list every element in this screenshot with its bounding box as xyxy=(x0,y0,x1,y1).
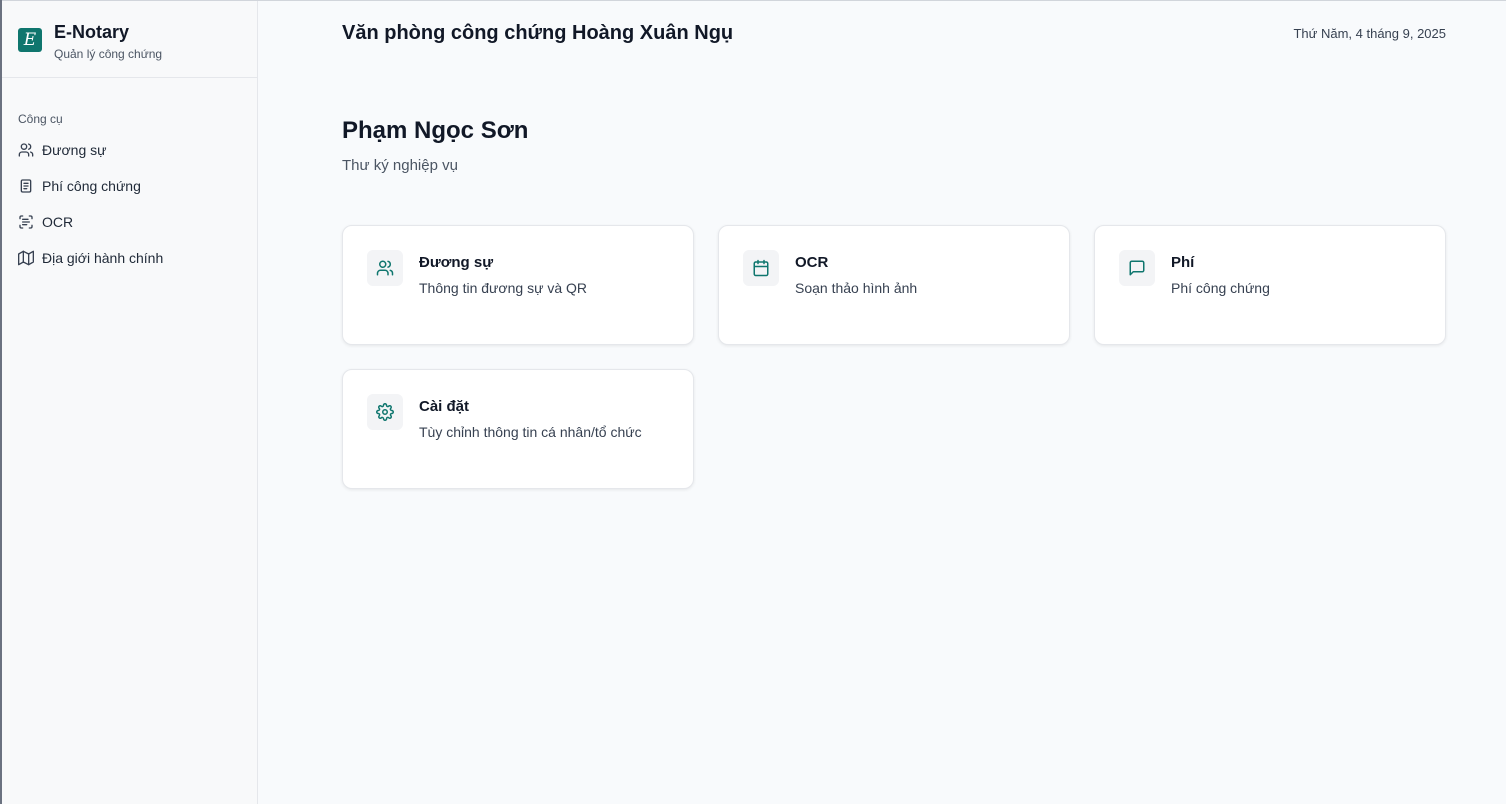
card-title: OCR xyxy=(795,254,829,271)
scan-text-icon xyxy=(18,214,34,230)
sidebar: E E-Notary Quản lý công chứng Công cụ Đư… xyxy=(2,1,258,804)
sidebar-item-label: Đương sự xyxy=(42,142,107,158)
message-square-icon xyxy=(1119,250,1155,286)
sidebar-nav: Đương sự Phí công chứng OCR Địa giới hàn… xyxy=(10,132,250,276)
user-role: Thư ký nghiệp vụ xyxy=(342,157,458,174)
sidebar-item-ocr[interactable]: OCR xyxy=(10,204,250,240)
card-cai-dat[interactable]: Cài đặt Tùy chỉnh thông tin cá nhân/tổ c… xyxy=(342,369,694,489)
card-description: Phí công chứng xyxy=(1171,280,1270,296)
logo-icon: E xyxy=(18,28,42,52)
current-date: Thứ Năm, 4 tháng 9, 2025 xyxy=(1293,26,1446,41)
sidebar-item-label: Phí công chứng xyxy=(42,178,141,194)
sidebar-item-label: OCR xyxy=(42,214,74,230)
card-description: Thông tin đương sự và QR xyxy=(419,280,587,296)
map-icon xyxy=(18,250,34,266)
card-ocr[interactable]: OCR Soạn thảo hình ảnh xyxy=(718,225,1070,345)
sidebar-item-dia-gioi-hanh-chinh[interactable]: Địa giới hành chính xyxy=(10,240,250,276)
users-icon xyxy=(18,142,34,158)
card-duong-su[interactable]: Đương sự Thông tin đương sự và QR xyxy=(342,225,694,345)
app-subtitle: Quản lý công chứng xyxy=(54,47,163,61)
card-phi[interactable]: Phí Phí công chứng xyxy=(1094,225,1446,345)
sidebar-item-phi-cong-chung[interactable]: Phí công chứng xyxy=(10,168,250,204)
card-description: Soạn thảo hình ảnh xyxy=(795,280,918,296)
sidebar-item-duong-su[interactable]: Đương sự xyxy=(10,132,250,168)
sidebar-group-label: Công cụ xyxy=(18,112,63,126)
settings-icon xyxy=(367,394,403,430)
user-name: Phạm Ngọc Sơn xyxy=(342,117,529,144)
card-description: Tùy chỉnh thông tin cá nhân/tổ chức xyxy=(419,424,642,440)
office-title: Văn phòng công chứng Hoàng Xuân Ngụ xyxy=(342,22,734,44)
sidebar-item-label: Địa giới hành chính xyxy=(42,250,164,266)
card-title: Đương sự xyxy=(419,254,494,271)
app-name: E-Notary xyxy=(54,22,130,42)
card-title: Cài đặt xyxy=(419,398,470,415)
users-icon xyxy=(367,250,403,286)
brand-header: E E-Notary Quản lý công chứng xyxy=(2,1,257,78)
document-icon xyxy=(18,178,34,194)
calendar-icon xyxy=(743,250,779,286)
card-title: Phí xyxy=(1171,254,1195,271)
